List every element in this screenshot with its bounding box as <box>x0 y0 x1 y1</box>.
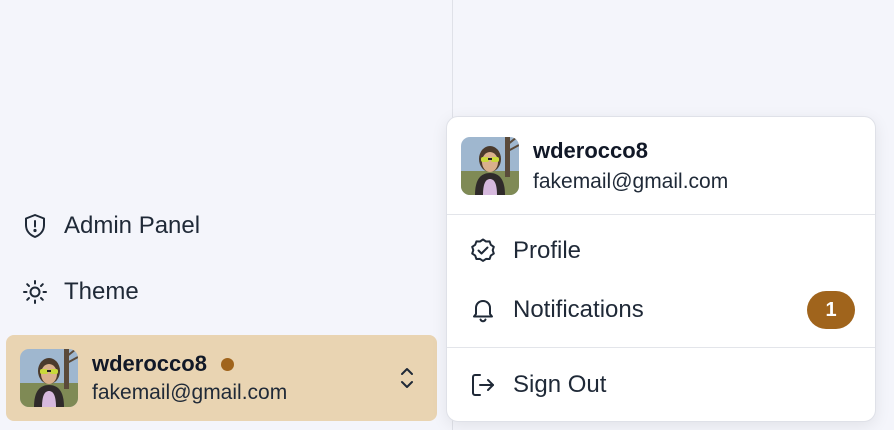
bell-icon <box>469 296 497 324</box>
sun-icon <box>22 279 48 305</box>
menu-item-label: Sign Out <box>513 371 607 398</box>
user-dropdown-menu: wderocco8 fakemail@gmail.com Profile Not… <box>446 116 876 422</box>
menu-item-profile[interactable]: Profile <box>469 231 855 271</box>
menu-item-sign-out[interactable]: Sign Out <box>469 365 855 405</box>
menu-divider <box>447 214 875 215</box>
user-name: wderocco8 <box>92 351 207 376</box>
log-out-icon <box>469 371 497 399</box>
user-menu-header: wderocco8 fakemail@gmail.com <box>447 117 875 214</box>
menu-item-label: Notifications <box>513 296 644 323</box>
avatar <box>20 349 78 407</box>
status-dot <box>220 357 234 371</box>
user-menu-info: wderocco8 fakemail@gmail.com <box>533 138 728 194</box>
menu-item-notifications[interactable]: Notifications 1 <box>469 290 855 330</box>
sidebar-item-theme[interactable]: Theme <box>22 278 139 306</box>
chevrons-up-down-icon <box>395 364 419 392</box>
menu-item-label: Profile <box>513 237 582 264</box>
avatar <box>461 136 519 195</box>
user-menu-trigger[interactable]: wderocco8 fakemail@gmail.com <box>6 335 437 421</box>
sidebar-item-label: Admin Panel <box>64 212 201 239</box>
menu-divider <box>447 347 875 348</box>
user-menu-email: fakemail@gmail.com <box>533 169 729 193</box>
badge-check-icon <box>469 237 497 265</box>
app-page: Admin Panel Theme wderocco8 fakemail@gma… <box>0 0 894 430</box>
shield-alert-icon <box>22 213 48 239</box>
user-name-row: wderocco8 <box>92 351 287 377</box>
user-info: wderocco8 fakemail@gmail.com <box>92 351 287 405</box>
sidebar-item-admin-panel[interactable]: Admin Panel <box>22 212 200 240</box>
sidebar-item-label: Theme <box>64 278 139 305</box>
notification-count-badge: 1 <box>807 291 855 329</box>
user-email: fakemail@gmail.com <box>92 381 288 404</box>
user-menu-name: wderocco8 <box>533 137 648 163</box>
